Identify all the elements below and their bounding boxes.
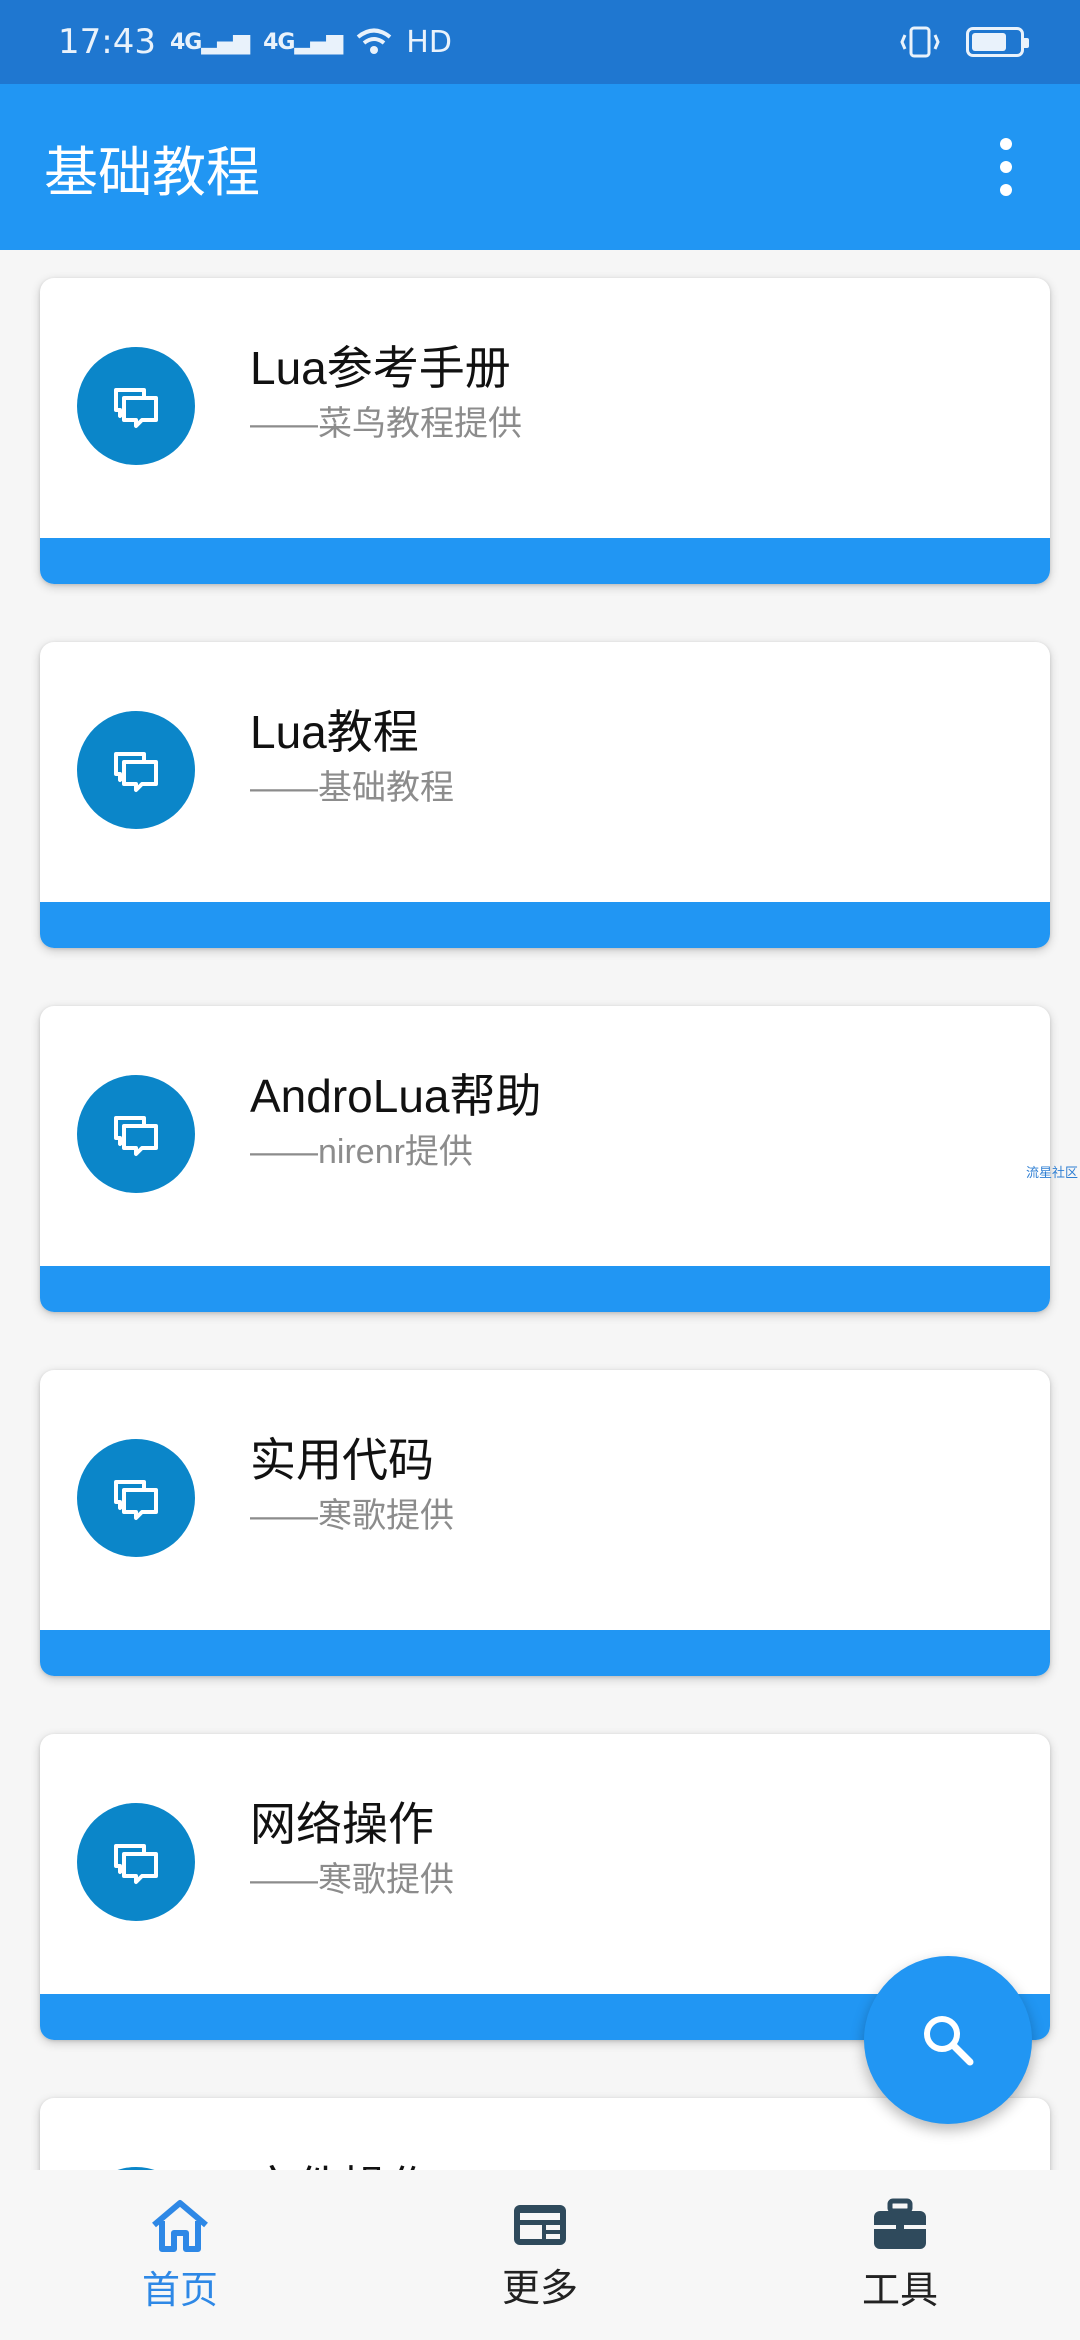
card-subtitle: ——菜鸟教程提供 — [250, 405, 522, 443]
news-icon — [514, 2204, 566, 2245]
content-list[interactable]: Lua参考手册 ——菜鸟教程提供 Lua教程 ——基础教程 AndroLua帮助… — [0, 250, 1080, 2170]
status-time: 17:43 — [58, 22, 156, 62]
network-type-2: 4G — [263, 29, 295, 55]
dot — [1000, 184, 1012, 196]
chat-icon — [77, 711, 195, 829]
signal-icon: 4G▂▄▆ — [169, 29, 250, 55]
card-subtitle: ——寒歌提供 — [250, 1861, 454, 1899]
overflow-menu-button[interactable] — [976, 127, 1036, 207]
list-item[interactable]: AndroLua帮助 ——nirenr提供 — [40, 1006, 1050, 1312]
card-body: 网络操作 ——寒歌提供 — [40, 1734, 1050, 1992]
chat-icon — [77, 1075, 195, 1193]
card-body: AndroLua帮助 ——nirenr提供 — [40, 1006, 1050, 1264]
bottom-navigation: 首页 更多 工具 — [0, 2170, 1080, 2340]
status-left: 17:43 4G▂▄▆ 4G▂▄▆ HD — [58, 22, 452, 62]
card-accent-bar — [40, 1630, 1050, 1676]
card-subtitle: ——nirenr提供 — [250, 1133, 473, 1171]
chat-icon — [77, 1439, 195, 1557]
chat-icon — [77, 1803, 195, 1921]
nav-item-home[interactable]: 首页 — [60, 2197, 300, 2314]
toolbox-icon — [874, 2198, 926, 2249]
side-watermark-text: 流星社区 — [1025, 1166, 1078, 1181]
dot — [1000, 161, 1012, 173]
search-button[interactable] — [864, 1956, 1032, 2124]
status-right — [898, 25, 1029, 59]
app-bar: 基础教程 — [0, 84, 1080, 250]
signal-icon-2: 4G▂▄▆ — [263, 29, 343, 55]
card-subtitle: ——寒歌提供 — [250, 1497, 454, 1535]
card-list: Lua参考手册 ——菜鸟教程提供 Lua教程 ——基础教程 AndroLua帮助… — [0, 250, 1080, 2170]
card-title: 文件操作 — [250, 2152, 434, 2170]
chat-icon — [77, 347, 195, 465]
card-body: Lua教程 ——基础教程 — [40, 642, 1050, 900]
search-icon — [924, 2016, 974, 2066]
list-item[interactable]: Lua参考手册 ——菜鸟教程提供 — [40, 278, 1050, 584]
status-bar: 17:43 4G▂▄▆ 4G▂▄▆ HD — [0, 0, 1080, 84]
wifi-icon — [357, 28, 392, 54]
card-title: 实用代码 — [250, 1434, 434, 1486]
nav-label-home: 首页 — [141, 2269, 218, 2312]
nav-item-more[interactable]: 更多 — [420, 2199, 660, 2312]
home-icon — [152, 2199, 208, 2252]
page-title: 基础教程 — [44, 140, 260, 204]
card-subtitle: ——基础教程 — [250, 769, 454, 807]
nav-label-more: 更多 — [501, 2267, 578, 2310]
card-title: Lua参考手册 — [250, 342, 511, 394]
card-accent-bar — [40, 1266, 1050, 1312]
card-title: 网络操作 — [250, 1798, 434, 1850]
battery-icon — [966, 27, 1029, 57]
card-title: Lua教程 — [250, 706, 419, 758]
card-accent-bar — [40, 538, 1050, 584]
vibrate-icon — [900, 26, 940, 58]
network-type-1: 4G — [169, 29, 202, 55]
hd-indicator: HD — [406, 24, 452, 60]
nav-label-tools: 工具 — [861, 2269, 938, 2312]
card-title: AndroLua帮助 — [250, 1070, 542, 1122]
list-item[interactable]: 文件操作 — [40, 2098, 1050, 2170]
card-body: Lua参考手册 ——菜鸟教程提供 — [40, 278, 1050, 536]
card-body: 文件操作 — [40, 2098, 1050, 2170]
dot — [1000, 138, 1012, 150]
nav-item-tools[interactable]: 工具 — [780, 2197, 1020, 2314]
list-item[interactable]: Lua教程 ——基础教程 — [40, 642, 1050, 948]
battery-level — [972, 33, 1006, 51]
card-accent-bar — [40, 902, 1050, 948]
list-item[interactable]: 实用代码 ——寒歌提供 — [40, 1370, 1050, 1676]
card-body: 实用代码 ——寒歌提供 — [40, 1370, 1050, 1628]
